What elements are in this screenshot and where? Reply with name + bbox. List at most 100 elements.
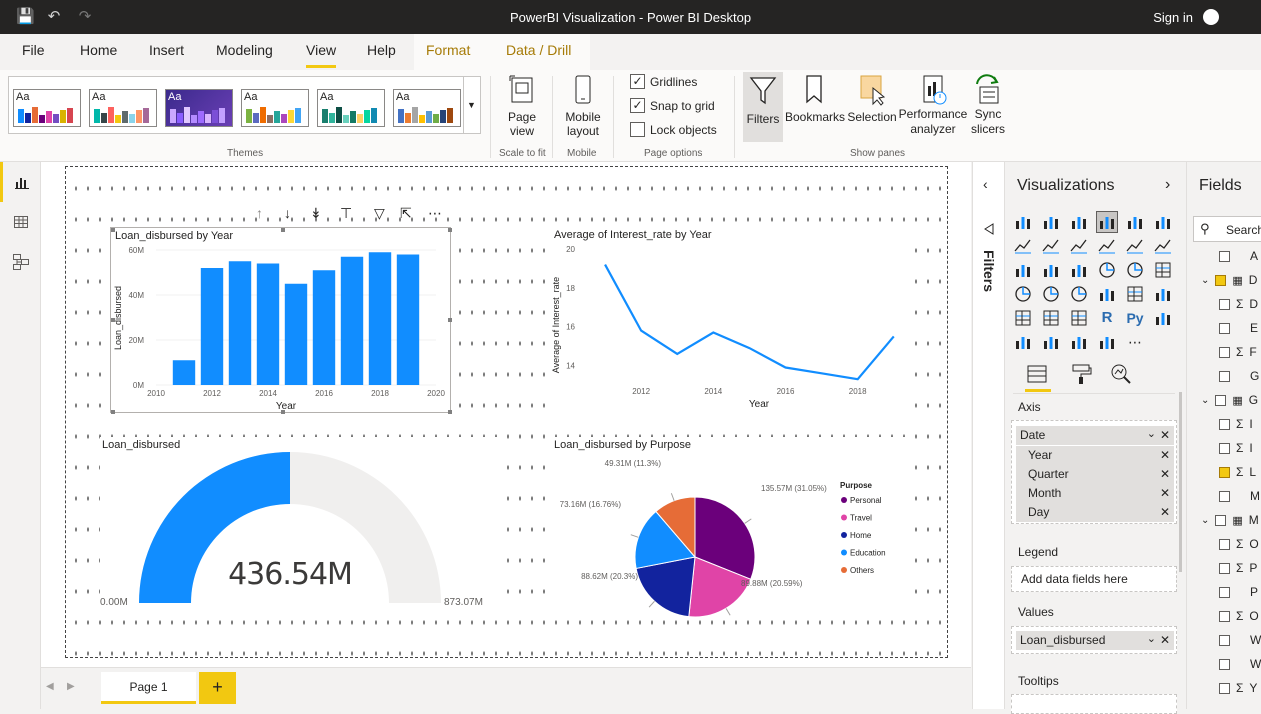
fields-tab[interactable]: [1025, 362, 1051, 392]
expand-hierarchy-icon[interactable]: ⊤: [340, 205, 352, 222]
field-row[interactable]: E: [1219, 320, 1258, 336]
tab-home[interactable]: Home: [80, 42, 117, 68]
kpi-icon[interactable]: [1153, 284, 1173, 304]
report-view-button[interactable]: [0, 162, 41, 202]
chevron-left-icon[interactable]: ◀: [46, 681, 54, 692]
chevron-right-icon[interactable]: ▶: [67, 681, 75, 692]
page-tab-page-1[interactable]: Page 1: [101, 672, 196, 704]
field-checkbox[interactable]: [1219, 634, 1230, 646]
clustered-column-icon[interactable]: [1096, 211, 1118, 233]
field-table-row[interactable]: ⌄ ▦ M: [1201, 512, 1259, 528]
bar-chart-visual[interactable]: Loan_disbursed by Year 0M 20M 40M 60M 2010 20…: [110, 227, 452, 414]
field-row[interactable]: ΣO: [1219, 608, 1259, 624]
field-checkbox[interactable]: [1219, 658, 1230, 670]
line-clustered-column-icon[interactable]: [1125, 236, 1145, 256]
field-row[interactable]: ΣF: [1219, 344, 1257, 360]
account-avatar[interactable]: [1203, 9, 1219, 25]
drill-down-icon[interactable]: ↓: [284, 205, 291, 221]
field-checkbox[interactable]: [1219, 682, 1230, 694]
analytics-tab[interactable]: [1109, 362, 1135, 392]
chevron-right-icon[interactable]: ›: [1165, 176, 1170, 194]
add-page-button[interactable]: +: [199, 672, 236, 704]
close-icon[interactable]: ✕: [1160, 505, 1170, 519]
100-stacked-bar-icon[interactable]: [1125, 212, 1145, 232]
field-row[interactable]: A: [1219, 248, 1258, 264]
tooltips-well[interactable]: [1011, 694, 1177, 714]
snap-to-grid-checkbox[interactable]: ✓ Snap to grid: [630, 98, 715, 113]
qa-icon[interactable]: [1041, 332, 1061, 352]
field-table-row[interactable]: ⌄ ▦ D: [1201, 272, 1257, 288]
scrollbar[interactable]: [1179, 392, 1182, 572]
field-checkbox[interactable]: [1219, 442, 1230, 454]
field-checkbox[interactable]: [1219, 298, 1230, 310]
fields-search-box[interactable]: ⚲ Search: [1193, 216, 1261, 242]
field-row[interactable]: M: [1219, 488, 1260, 504]
line-chart-visual[interactable]: Average of Interest_rate by Year 14 16 18 2…: [551, 227, 911, 415]
paginated-report-icon[interactable]: [1097, 332, 1117, 352]
close-icon[interactable]: ✕: [1160, 467, 1170, 481]
theme-swatch[interactable]: Aa: [165, 89, 233, 127]
theme-swatch[interactable]: Aa: [89, 89, 157, 127]
field-checkbox[interactable]: [1219, 322, 1230, 334]
close-icon[interactable]: ✕: [1160, 633, 1170, 647]
format-tab[interactable]: [1069, 362, 1095, 392]
go-to-next-level-icon[interactable]: ↡: [310, 205, 322, 222]
field-row[interactable]: ΣD: [1219, 296, 1258, 312]
tab-format[interactable]: Format: [426, 42, 470, 68]
field-row[interactable]: G: [1219, 368, 1259, 384]
values-well[interactable]: Loan_disbursed ⌄ ✕: [1011, 626, 1177, 654]
decomposition-tree-icon[interactable]: [1013, 332, 1033, 352]
chevron-down-icon[interactable]: ⌄: [1201, 275, 1209, 286]
search-input[interactable]: Search: [1226, 223, 1261, 237]
chevron-left-icon[interactable]: ‹: [983, 176, 988, 192]
ribbon-icon[interactable]: [1153, 236, 1173, 256]
field-checkbox[interactable]: [1219, 490, 1230, 502]
sign-in-link[interactable]: Sign in: [1153, 10, 1193, 25]
stacked-bar-icon[interactable]: [1013, 212, 1033, 232]
area-icon[interactable]: [1041, 236, 1061, 256]
multi-row-card-icon[interactable]: [1125, 284, 1145, 304]
field-checkbox[interactable]: [1215, 394, 1227, 406]
tab-modeling[interactable]: Modeling: [216, 42, 273, 68]
matrix-icon[interactable]: [1069, 308, 1089, 328]
card-icon[interactable]: [1097, 284, 1117, 304]
field-checkbox[interactable]: [1219, 418, 1230, 430]
field-row[interactable]: W: [1219, 632, 1261, 648]
drill-up-icon[interactable]: ↑: [256, 205, 263, 221]
data-view-button[interactable]: [0, 202, 41, 242]
field-checkbox[interactable]: [1219, 250, 1230, 262]
gauge-visual[interactable]: Loan_disbursed 0.00M 873.07M 436.54M: [100, 437, 500, 615]
gauge-icon[interactable]: [1069, 284, 1089, 304]
axis-field-pill[interactable]: Date ⌄ ✕: [1016, 426, 1174, 445]
performance-analyzer-button[interactable]: Performance analyzer: [898, 74, 968, 137]
pie-chart-visual[interactable]: Loan_disbursed by Purpose 135.57M (31.05…: [551, 437, 911, 617]
field-row[interactable]: W: [1219, 656, 1261, 672]
field-row[interactable]: P: [1219, 584, 1258, 600]
gridlines-checkbox[interactable]: ✓ Gridlines: [630, 74, 697, 89]
field-row[interactable]: ΣI: [1219, 416, 1253, 432]
field-table-row[interactable]: ⌄ ▦ G: [1201, 392, 1258, 408]
slicer-icon[interactable]: [1013, 308, 1033, 328]
100-stacked-column-icon[interactable]: [1153, 212, 1173, 232]
field-checkbox[interactable]: [1219, 466, 1230, 478]
chevron-down-icon[interactable]: ⌄: [1201, 515, 1209, 526]
tab-view[interactable]: View: [306, 42, 337, 68]
more-icon[interactable]: ⋯: [1125, 332, 1145, 352]
more-options-icon[interactable]: ⋯: [428, 205, 442, 222]
model-view-button[interactable]: [0, 242, 41, 282]
field-row[interactable]: ΣI: [1219, 440, 1253, 456]
clustered-bar-icon[interactable]: [1069, 212, 1089, 232]
field-row[interactable]: ΣP: [1219, 560, 1257, 576]
lock-objects-checkbox[interactable]: Lock objects: [630, 122, 717, 137]
field-checkbox[interactable]: [1215, 274, 1227, 286]
field-checkbox[interactable]: [1215, 514, 1227, 526]
field-row[interactable]: ΣO: [1219, 536, 1259, 552]
close-icon[interactable]: ✕: [1160, 428, 1170, 442]
table-icon[interactable]: [1041, 308, 1061, 328]
visual-filter-icon[interactable]: ▽: [374, 205, 385, 222]
theme-swatch[interactable]: Aa: [13, 89, 81, 127]
field-checkbox[interactable]: [1219, 370, 1230, 382]
field-row[interactable]: ΣL: [1219, 464, 1256, 480]
field-row[interactable]: ΣY: [1219, 680, 1257, 696]
focus-mode-icon[interactable]: ⇱: [400, 205, 412, 222]
